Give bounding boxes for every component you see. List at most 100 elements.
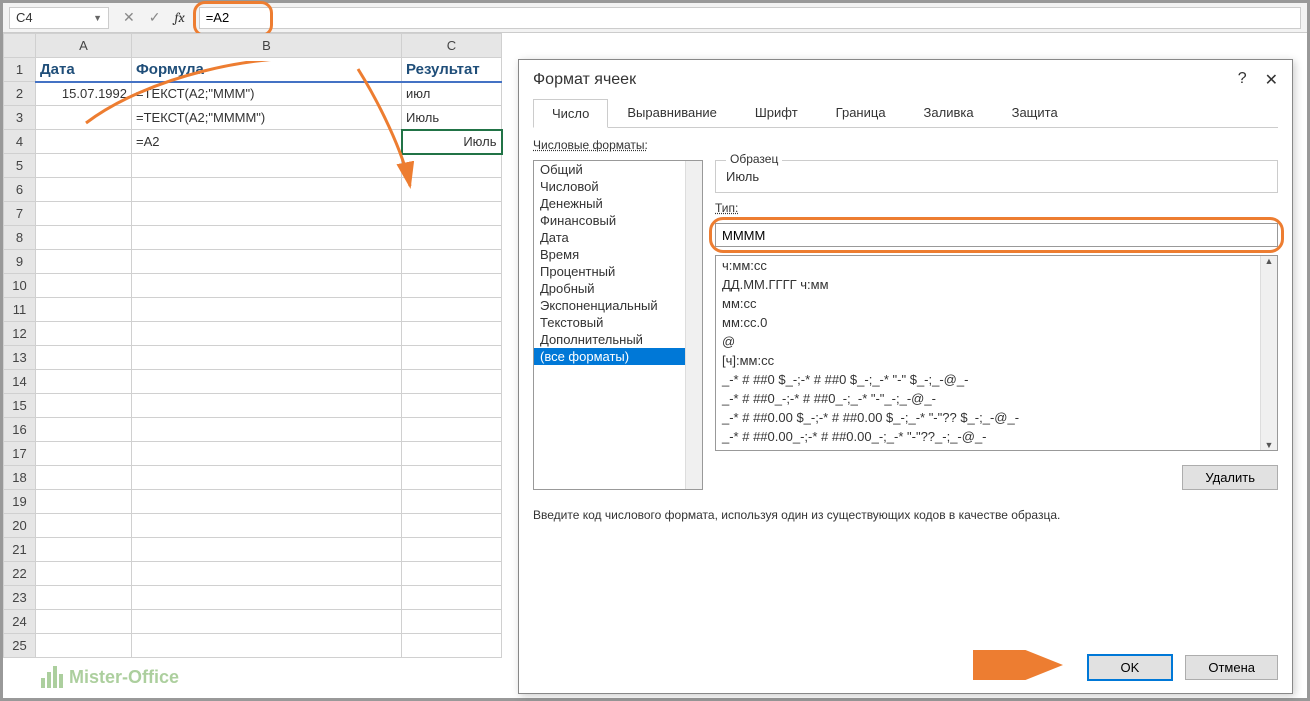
row-header[interactable]: 5: [4, 154, 36, 178]
row-header[interactable]: 2: [4, 82, 36, 106]
row-header[interactable]: 21: [4, 538, 36, 562]
format-code-item[interactable]: [ч]:мм:сс: [716, 351, 1277, 370]
cell[interactable]: [36, 106, 132, 130]
cell[interactable]: =ТЕКСТ(A2;"ММММ"): [132, 106, 402, 130]
row-header[interactable]: 22: [4, 562, 36, 586]
format-code-item[interactable]: @: [716, 332, 1277, 351]
cell[interactable]: [402, 610, 502, 634]
cell[interactable]: [402, 514, 502, 538]
close-icon[interactable]: ✕: [1265, 70, 1278, 90]
row-header[interactable]: 8: [4, 226, 36, 250]
cell[interactable]: Дата: [36, 58, 132, 82]
category-item[interactable]: Дополнительный: [534, 331, 702, 348]
cell[interactable]: [36, 322, 132, 346]
cell[interactable]: Июль: [402, 106, 502, 130]
cell[interactable]: [402, 418, 502, 442]
cell[interactable]: [132, 466, 402, 490]
cell[interactable]: =A2: [132, 130, 402, 154]
tab-number[interactable]: Число: [533, 99, 608, 128]
format-code-item[interactable]: ДД.ММ.ГГГГ ч:мм: [716, 275, 1277, 294]
cell[interactable]: [402, 154, 502, 178]
cell[interactable]: [36, 394, 132, 418]
cell[interactable]: [132, 370, 402, 394]
row-header[interactable]: 11: [4, 298, 36, 322]
cell[interactable]: [132, 346, 402, 370]
cell[interactable]: [36, 418, 132, 442]
row-header[interactable]: 10: [4, 274, 36, 298]
cell[interactable]: [36, 442, 132, 466]
cell[interactable]: [402, 370, 502, 394]
row-header[interactable]: 19: [4, 490, 36, 514]
cell[interactable]: [36, 538, 132, 562]
cell[interactable]: [132, 442, 402, 466]
cell[interactable]: [36, 370, 132, 394]
row-header[interactable]: 20: [4, 514, 36, 538]
row-header[interactable]: 1: [4, 58, 36, 82]
row-header[interactable]: 16: [4, 418, 36, 442]
cell[interactable]: [132, 586, 402, 610]
category-item[interactable]: Время: [534, 246, 702, 263]
cell[interactable]: [402, 490, 502, 514]
category-item[interactable]: Денежный: [534, 195, 702, 212]
cell[interactable]: [36, 202, 132, 226]
cell[interactable]: [132, 226, 402, 250]
cell[interactable]: [132, 298, 402, 322]
formula-input[interactable]: [199, 7, 1301, 29]
row-header[interactable]: 18: [4, 466, 36, 490]
cell[interactable]: [36, 514, 132, 538]
cell[interactable]: [132, 250, 402, 274]
row-header[interactable]: 6: [4, 178, 36, 202]
tab-alignment[interactable]: Выравнивание: [608, 98, 735, 127]
cell[interactable]: [132, 418, 402, 442]
category-item[interactable]: Текстовый: [534, 314, 702, 331]
cell[interactable]: Формула: [132, 58, 402, 82]
format-code-item[interactable]: _-* # ##0 $_-;-* # ##0 $_-;_-* "-" $_-;_…: [716, 370, 1277, 389]
scrollbar[interactable]: [685, 161, 702, 489]
scrollbar[interactable]: ▲▼: [1260, 256, 1277, 450]
cell[interactable]: [36, 154, 132, 178]
format-code-item[interactable]: _-* # ##0.00_-;-* # ##0.00_-;_-* "-"??_-…: [716, 427, 1277, 446]
row-header[interactable]: 13: [4, 346, 36, 370]
cell[interactable]: [132, 610, 402, 634]
row-header[interactable]: 24: [4, 610, 36, 634]
cell-selected[interactable]: Июль: [402, 130, 502, 154]
select-all-corner[interactable]: [4, 34, 36, 58]
cell[interactable]: [36, 562, 132, 586]
type-input[interactable]: [715, 223, 1278, 247]
format-code-item[interactable]: мм:сс.0: [716, 313, 1277, 332]
category-item[interactable]: Дробный: [534, 280, 702, 297]
cell[interactable]: [402, 466, 502, 490]
cell[interactable]: [402, 178, 502, 202]
chevron-down-icon[interactable]: ▼: [93, 13, 102, 23]
format-code-list[interactable]: ч:мм:ссДД.ММ.ГГГГ ч:мммм:ссмм:сс.0@[ч]:м…: [715, 255, 1278, 451]
cell[interactable]: [36, 466, 132, 490]
tab-protection[interactable]: Защита: [993, 98, 1077, 127]
cell[interactable]: [402, 226, 502, 250]
category-item[interactable]: Экспоненциальный: [534, 297, 702, 314]
cell[interactable]: [36, 610, 132, 634]
cell[interactable]: =ТЕКСТ(A2;"МММ"): [132, 82, 402, 106]
format-code-item[interactable]: мм:сс: [716, 294, 1277, 313]
cell[interactable]: [132, 394, 402, 418]
format-code-item[interactable]: [$-ru-RU-x-genlower]Д ММММ ГГГГ "г.": [716, 446, 1277, 451]
category-item[interactable]: (все форматы): [534, 348, 702, 365]
cell[interactable]: [132, 562, 402, 586]
row-header[interactable]: 17: [4, 442, 36, 466]
row-header[interactable]: 23: [4, 586, 36, 610]
cell[interactable]: [402, 346, 502, 370]
cell[interactable]: [402, 538, 502, 562]
cell[interactable]: [132, 634, 402, 658]
cancel-button[interactable]: Отмена: [1185, 655, 1278, 680]
cell[interactable]: [402, 586, 502, 610]
cell[interactable]: [402, 442, 502, 466]
format-code-item[interactable]: _-* # ##0.00 $_-;-* # ##0.00 $_-;_-* "-"…: [716, 408, 1277, 427]
ok-button[interactable]: OK: [1087, 654, 1174, 681]
row-header[interactable]: 12: [4, 322, 36, 346]
name-box[interactable]: C4 ▼: [9, 7, 109, 29]
row-header[interactable]: 15: [4, 394, 36, 418]
cell[interactable]: [36, 586, 132, 610]
cell[interactable]: [36, 298, 132, 322]
cell[interactable]: [402, 274, 502, 298]
category-item[interactable]: Финансовый: [534, 212, 702, 229]
tab-border[interactable]: Граница: [817, 98, 905, 127]
